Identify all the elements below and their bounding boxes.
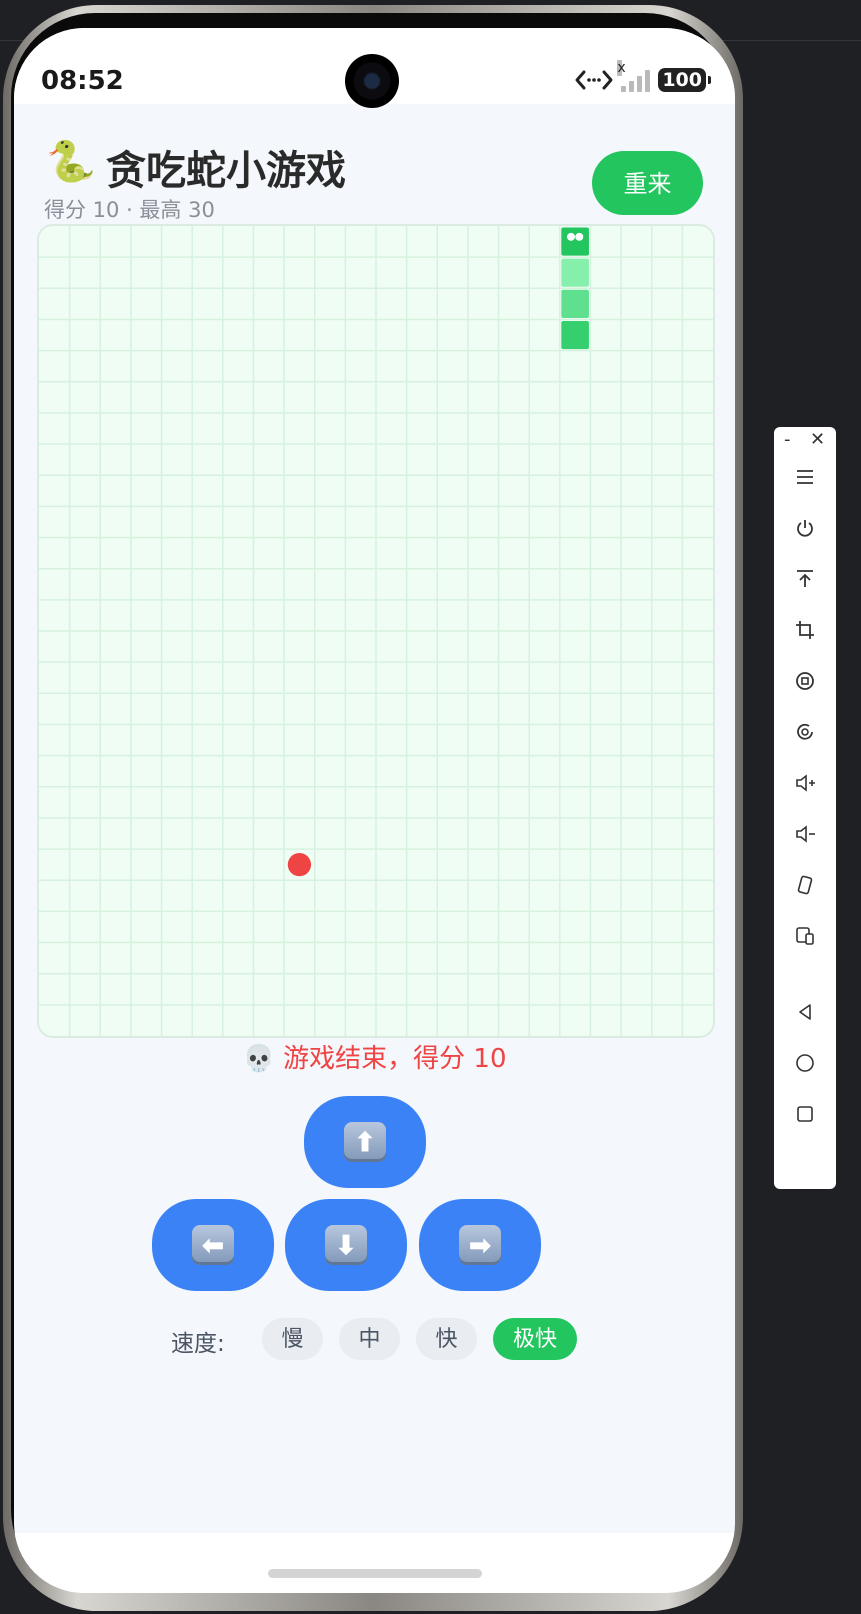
score-summary: 得分 10 · 最高 30	[44, 198, 215, 222]
system-nav-area	[14, 1533, 735, 1593]
phone-screen: 08:52 x 100 🐍 贪吃蛇小游戏 得分 10 · 最高 30 重来 💀 …	[14, 28, 735, 1593]
arrow-left-icon: ⬅	[192, 1225, 234, 1265]
home-icon[interactable]	[791, 1049, 819, 1077]
status-icons: x 100	[575, 60, 711, 94]
status-bar: 08:52 x 100	[14, 28, 735, 108]
power-icon[interactable]	[791, 514, 819, 542]
volume-down-icon[interactable]	[791, 820, 819, 848]
signal-icon: x	[617, 60, 651, 92]
game-board[interactable]	[37, 224, 715, 1038]
minimize-button[interactable]: -	[784, 429, 791, 450]
crop-icon[interactable]	[791, 616, 819, 644]
arrow-down-icon: ⬇	[325, 1225, 367, 1265]
snake-body-segment	[561, 258, 589, 287]
volume-up-icon[interactable]	[791, 769, 819, 797]
front-camera	[345, 54, 399, 108]
arrow-right-icon: ➡	[459, 1225, 501, 1265]
emulator-toolbar: - ✕	[774, 427, 836, 1189]
food-dot	[287, 853, 312, 877]
shake-icon[interactable]	[791, 871, 819, 899]
close-button[interactable]: ✕	[810, 429, 825, 450]
rotate-icon[interactable]	[791, 718, 819, 746]
up-button[interactable]: ⬆	[304, 1096, 426, 1188]
speed-fast-button[interactable]: 快	[416, 1318, 477, 1360]
pin-top-icon[interactable]	[791, 565, 819, 593]
page-title: 贪吃蛇小游戏	[106, 148, 346, 194]
snake-icon: 🐍	[46, 139, 96, 185]
snake-eye	[575, 232, 584, 241]
speed-selector: 速度: 慢 中 快 极快	[14, 1318, 735, 1360]
snake-eye	[567, 232, 575, 241]
speed-medium-button[interactable]: 中	[339, 1318, 400, 1360]
snake-head	[561, 227, 589, 256]
game-over-message: 💀 游戏结束，得分 10	[242, 1044, 507, 1074]
speed-slow-button[interactable]: 慢	[262, 1318, 323, 1360]
multi-device-icon[interactable]	[791, 922, 819, 950]
left-button[interactable]: ⬅	[152, 1199, 274, 1291]
recent-apps-icon[interactable]	[791, 1100, 819, 1128]
screen-record-icon[interactable]	[791, 667, 819, 695]
back-icon[interactable]	[791, 998, 819, 1026]
arrow-up-icon: ⬆	[344, 1122, 386, 1162]
data-transfer-icon	[575, 70, 613, 90]
game-board-canvas	[39, 226, 713, 1036]
restart-button[interactable]: 重来	[592, 151, 703, 215]
speed-label: 速度:	[171, 1331, 225, 1357]
speed-fastest-button[interactable]: 极快	[493, 1318, 577, 1360]
snake-body-segment	[561, 320, 589, 350]
battery-indicator: 100	[658, 68, 711, 92]
snake-body-segment	[561, 289, 589, 318]
home-indicator[interactable]	[268, 1569, 482, 1578]
status-time: 08:52	[41, 66, 124, 96]
toolbar-header: - ✕	[774, 427, 836, 457]
menu-icon[interactable]	[791, 463, 819, 491]
down-button[interactable]: ⬇	[285, 1199, 407, 1291]
right-button[interactable]: ➡	[419, 1199, 541, 1291]
